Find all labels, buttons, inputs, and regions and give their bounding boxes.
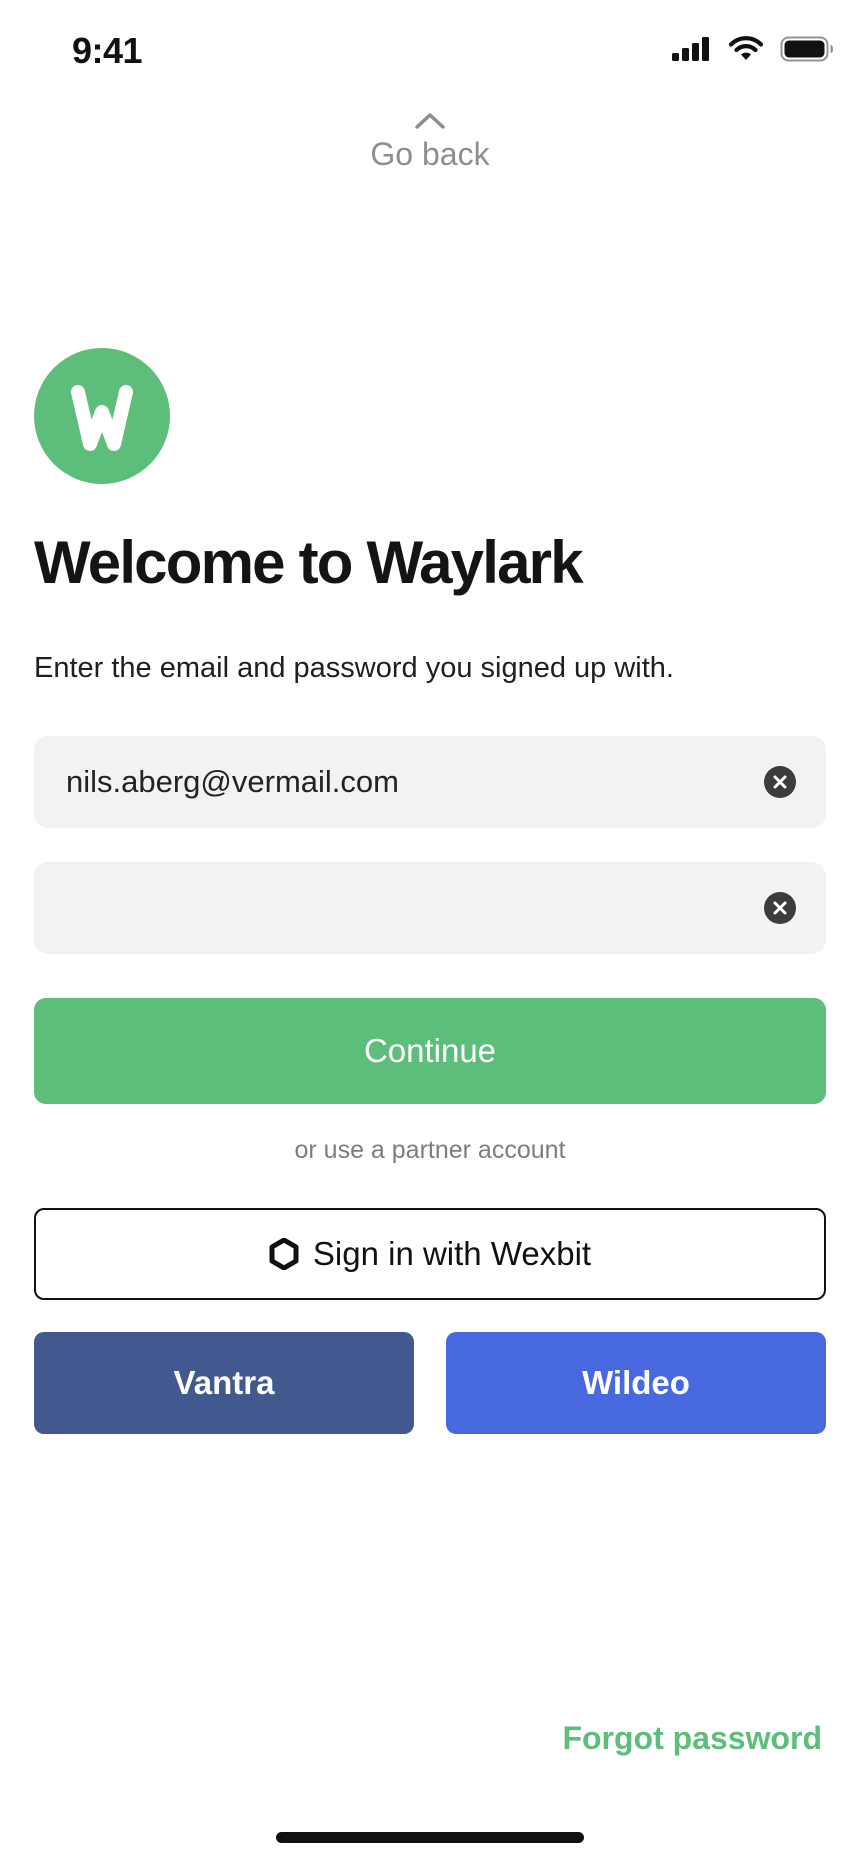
partner-divider-text: or use a partner account	[294, 1136, 566, 1164]
continue-button[interactable]: Continue	[34, 998, 826, 1104]
clear-circle-icon	[764, 766, 796, 798]
clear-circle-icon	[764, 892, 796, 924]
sign-in-wexbit-button[interactable]: Sign in with Wexbit	[34, 1208, 826, 1300]
hexagon-icon	[269, 1237, 299, 1271]
signal-icon	[672, 37, 712, 61]
clear-password-button[interactable]	[764, 892, 796, 924]
page-subtitle: Enter the email and password you signed …	[34, 652, 674, 684]
status-icons	[672, 36, 834, 62]
battery-icon	[780, 36, 834, 62]
go-back-label: Go back	[370, 136, 490, 172]
status-bar: 9:41	[0, 0, 860, 110]
wifi-icon	[728, 36, 764, 62]
home-indicator	[276, 1832, 584, 1843]
chevron-up-icon	[414, 110, 446, 130]
sign-in-wexbit-label: Sign in with Wexbit	[312, 1235, 592, 1272]
waylark-logo	[34, 348, 170, 484]
wildeo-button[interactable]: Wildeo	[446, 1332, 826, 1434]
clear-email-button[interactable]	[764, 766, 796, 798]
logo-w-mark	[71, 385, 133, 451]
email-field[interactable]	[66, 736, 746, 828]
go-back-button[interactable]: Go back	[0, 110, 860, 200]
password-field[interactable]	[66, 862, 746, 954]
page-title: Welcome to Waylark	[34, 529, 584, 596]
vantra-button[interactable]: Vantra	[34, 1332, 414, 1434]
forgot-password-link[interactable]: Forgot password	[562, 1720, 822, 1757]
email-field-container	[34, 736, 826, 828]
status-time: 9:41	[72, 30, 143, 71]
password-field-container	[34, 862, 826, 954]
